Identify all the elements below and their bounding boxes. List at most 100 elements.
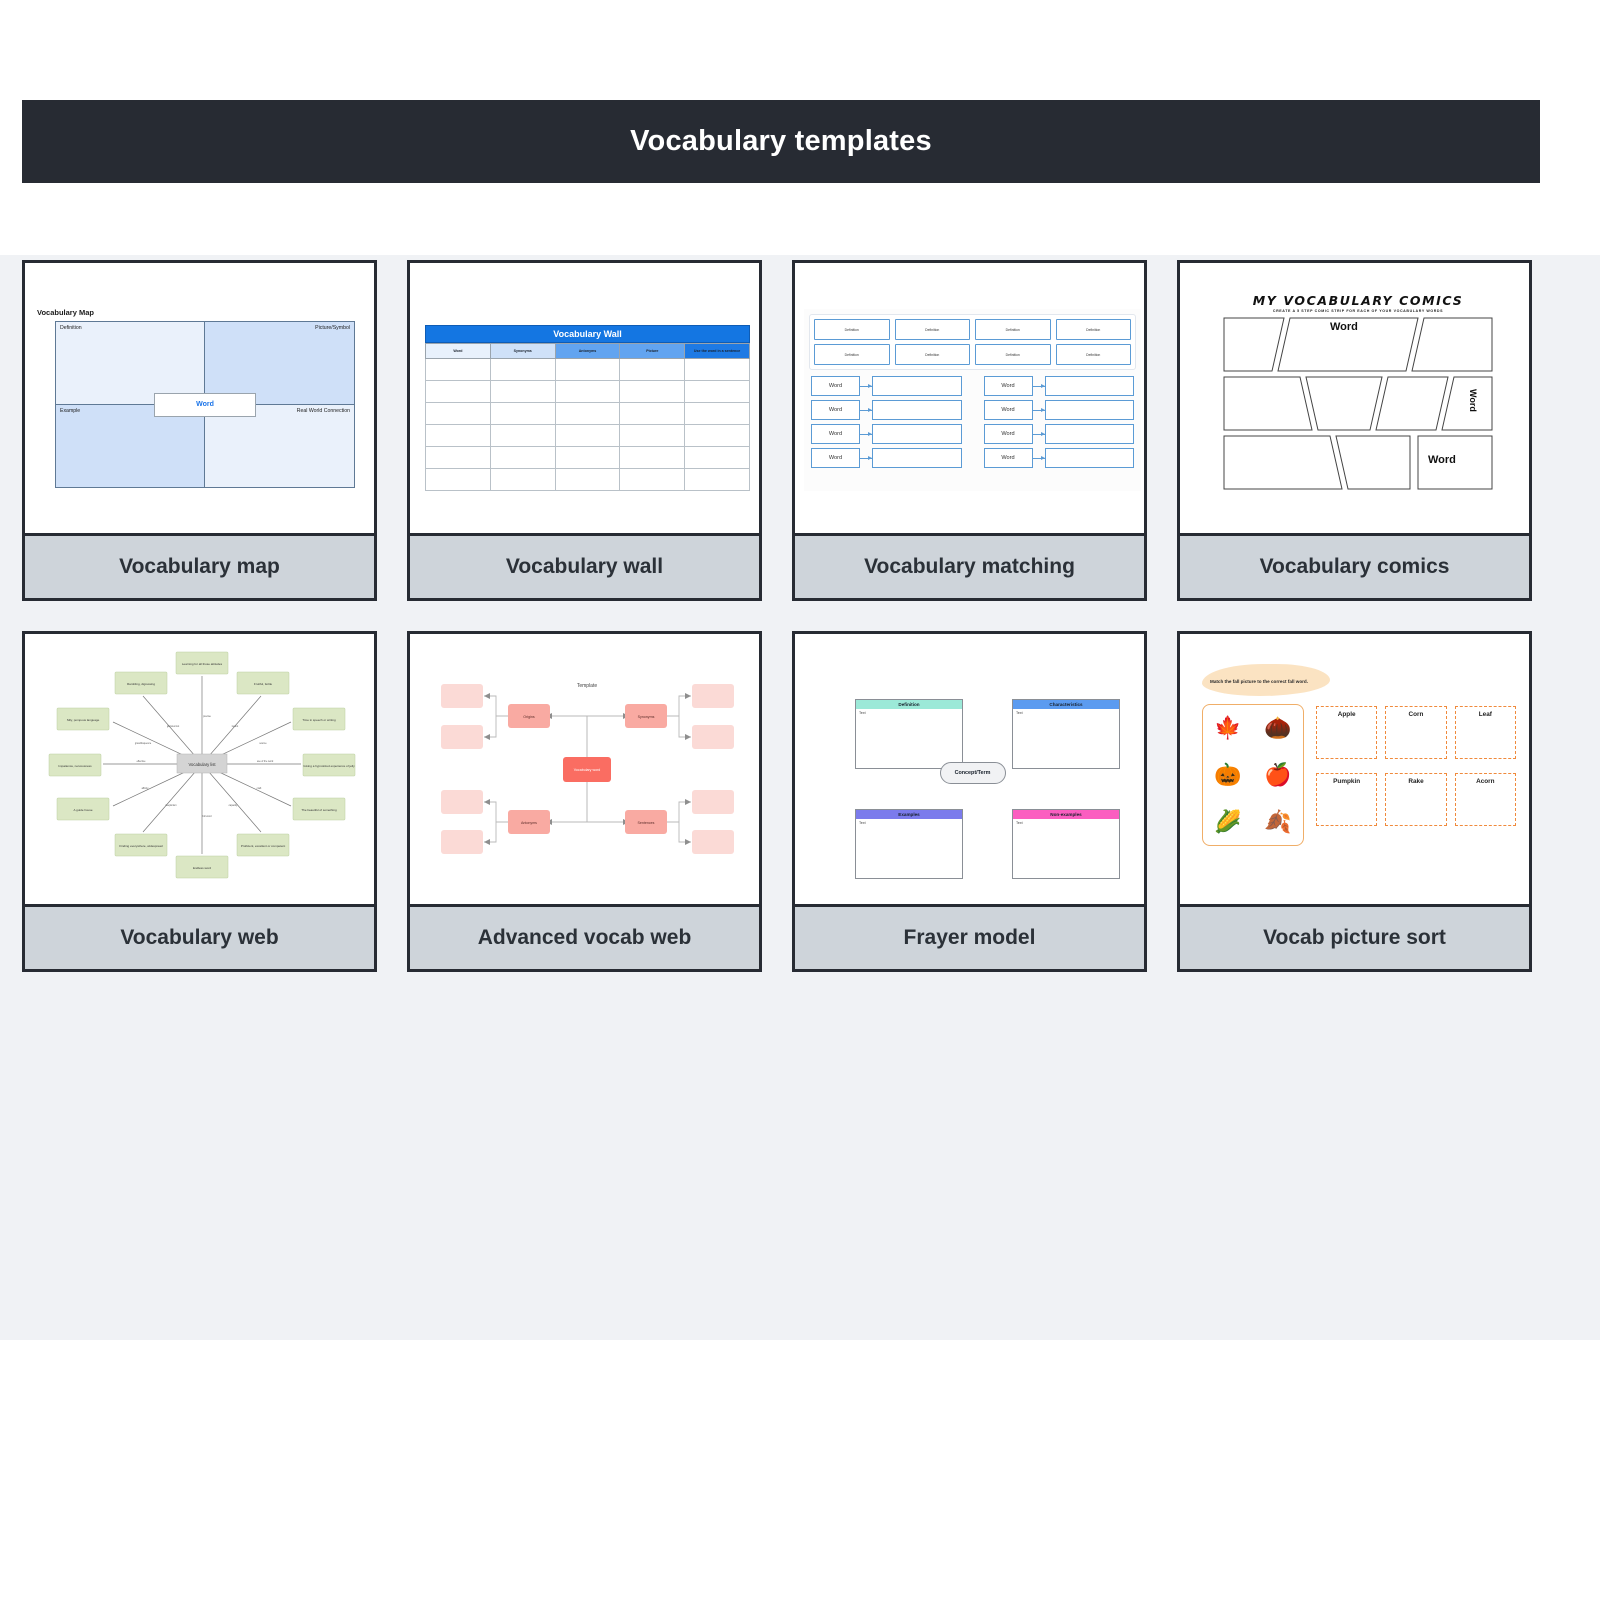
answer-box[interactable]: [1044, 400, 1134, 420]
template-card-vocabulary-map[interactable]: Vocabulary Map Definition Picture/Symbol…: [22, 260, 377, 601]
pumpkin-icon[interactable]: 🎃: [1214, 763, 1241, 786]
caption-frayer-model: Frayer model: [795, 904, 1144, 969]
frayer-quadrant-body[interactable]: Text: [1013, 819, 1119, 878]
answer-box[interactable]: [1044, 424, 1134, 444]
caption-label: Vocabulary wall: [505, 555, 664, 578]
vocabulary-map-grid: Definition Picture/Symbol Example Real W…: [55, 321, 355, 488]
svg-text:Antonyms: Antonyms: [521, 821, 537, 825]
advanced-web-center-label: Vocabulary word: [574, 768, 601, 772]
caption-label: Vocabulary web: [120, 926, 279, 949]
word-pair: Word: [811, 448, 962, 468]
table-row: [425, 358, 750, 381]
svg-text:Impatience, nervousness: Impatience, nervousness: [58, 764, 92, 768]
caption-vocabulary-map: Vocabulary map: [25, 533, 374, 598]
arrow-icon: [1032, 383, 1045, 388]
word-box: Word: [983, 400, 1033, 420]
vocabulary-wall-table: Word Synonyms Antonyms Picture Use the w…: [425, 343, 750, 491]
vocabulary-web-diagram: Vocabulary list Learning for all those a…: [48, 651, 356, 879]
svg-text:precise: precise: [203, 715, 211, 718]
drop-zone-leaf[interactable]: Leaf: [1454, 706, 1516, 759]
svg-text:Giving a hypnotized experience: Giving a hypnotized experience of jelly: [303, 764, 355, 768]
answer-box[interactable]: [872, 424, 962, 444]
word-box: Word: [983, 376, 1033, 396]
table-row: [425, 468, 750, 491]
template-card-frayer-model[interactable]: Definition Text Characteristics Text Exa…: [792, 631, 1147, 972]
word-box: Word: [811, 448, 860, 468]
svg-text:Synonyms: Synonyms: [638, 715, 655, 719]
svg-text:Silly, pompous language: Silly, pompous language: [67, 718, 100, 722]
svg-text:full word: full word: [203, 815, 213, 818]
thumbnail-vocabulary-comics: MY VOCABULARY COMICS CREATE A 5 STEP COM…: [1180, 263, 1529, 533]
column-header-picture: Picture: [619, 343, 686, 359]
caption-label: Frayer model: [903, 926, 1036, 949]
word-pair: Word: [983, 376, 1134, 396]
leaf-icon[interactable]: 🍁: [1214, 717, 1241, 739]
answer-box[interactable]: [1044, 448, 1134, 468]
table-row: [425, 424, 750, 447]
frayer-quadrant-label: Characteristics: [1013, 700, 1119, 709]
template-card-vocab-picture-sort[interactable]: Match the fall picture to the correct fa…: [1177, 631, 1532, 972]
caption-vocabulary-wall: Vocabulary wall: [410, 533, 759, 598]
frayer-quadrant-examples: Examples Text: [855, 809, 963, 879]
frayer-quadrant-body[interactable]: Text: [1013, 709, 1119, 768]
drop-zone-acorn[interactable]: Acorn: [1454, 773, 1516, 826]
frayer-quadrant-label: Examples: [856, 810, 962, 819]
template-card-vocabulary-wall[interactable]: Vocabulary Wall Word Synonyms Antonyms P…: [407, 260, 762, 601]
comic-word-label: Word: [1428, 454, 1456, 466]
rake-icon[interactable]: 🍂: [1264, 810, 1291, 833]
caption-label: Vocabulary map: [119, 555, 280, 578]
word-pair: Word: [811, 376, 962, 396]
drop-zone-apple[interactable]: Apple: [1316, 706, 1378, 759]
acorn-icon[interactable]: 🌰: [1264, 717, 1291, 739]
drop-zone-rake[interactable]: Rake: [1385, 773, 1447, 826]
arrow-icon: [1032, 455, 1045, 460]
column-header-word: Word: [425, 343, 491, 359]
web-center-label: Vocabulary list: [189, 762, 217, 767]
drop-zone-pumpkin[interactable]: Pumpkin: [1316, 773, 1378, 826]
svg-text:Rambling, digressing: Rambling, digressing: [127, 682, 155, 686]
quadrant-example: Example: [56, 404, 205, 487]
svg-text:Time in speech or writing: Time in speech or writing: [302, 718, 336, 722]
table-row: [425, 446, 750, 469]
comic-panel-row: Word: [1222, 434, 1494, 491]
word-box: Word: [983, 424, 1033, 444]
template-card-vocabulary-web[interactable]: Vocabulary list Learning for all those a…: [22, 631, 377, 972]
corn-icon[interactable]: 🌽: [1214, 810, 1241, 833]
frayer-quadrant-body[interactable]: Text: [856, 819, 962, 878]
template-card-vocabulary-comics[interactable]: MY VOCABULARY COMICS CREATE A 5 STEP COM…: [1177, 260, 1532, 601]
word-box: Word: [811, 424, 860, 444]
template-grid: Vocabulary Map Definition Picture/Symbol…: [22, 260, 1542, 972]
picture-panel: 🍁 🌰 🎃 🍎 🌽 🍂: [1202, 704, 1304, 846]
answer-box[interactable]: [872, 400, 962, 420]
thumbnail-vocab-picture-sort: Match the fall picture to the correct fa…: [1180, 634, 1529, 904]
template-card-advanced-vocab-web[interactable]: Template Origins Synonyms Antonyms Sente…: [407, 631, 762, 972]
frayer-quadrant-body[interactable]: Text: [856, 709, 962, 768]
drop-zone-corn[interactable]: Corn: [1385, 706, 1447, 759]
template-card-vocabulary-matching[interactable]: Definition Definition Definition Definit…: [792, 260, 1147, 601]
apple-icon[interactable]: 🍎: [1264, 763, 1291, 786]
svg-text:glorious/not: glorious/not: [167, 725, 180, 728]
definition-box-group: Definition Definition Definition Definit…: [809, 314, 1136, 370]
frayer-quadrant-label: Definition: [856, 700, 962, 709]
comic-row-2-panels: [1223, 376, 1493, 431]
svg-text:capacity: capacity: [229, 804, 239, 807]
caption-advanced-vocab-web: Advanced vocab web: [410, 904, 759, 969]
caption-label: Advanced vocab web: [477, 926, 692, 949]
word-box: Word: [983, 448, 1033, 468]
answer-box[interactable]: [872, 376, 962, 396]
definition-box: Definition: [975, 344, 1051, 365]
caption-vocab-picture-sort: Vocab picture sort: [1180, 904, 1529, 969]
picture-sort-instruction: Match the fall picture to the correct fa…: [1210, 679, 1309, 684]
svg-text:Learning for all those attitud: Learning for all those attitudes: [182, 662, 223, 666]
answer-box[interactable]: [1044, 376, 1134, 396]
svg-text:Proficient, excellent or compe: Proficient, excellent or competent: [241, 844, 286, 848]
word-box: Word: [811, 400, 860, 420]
caption-label: Vocab picture sort: [1263, 926, 1446, 949]
comic-word-label: Word: [1468, 389, 1478, 412]
svg-text:Sentences: Sentences: [638, 821, 655, 825]
svg-text:skepticism: skepticism: [165, 804, 176, 807]
word-pair: Word: [983, 400, 1134, 420]
answer-box[interactable]: [872, 448, 962, 468]
word-pair: Word: [983, 424, 1134, 444]
comic-panel-rows: Word Word Word: [1222, 316, 1494, 491]
